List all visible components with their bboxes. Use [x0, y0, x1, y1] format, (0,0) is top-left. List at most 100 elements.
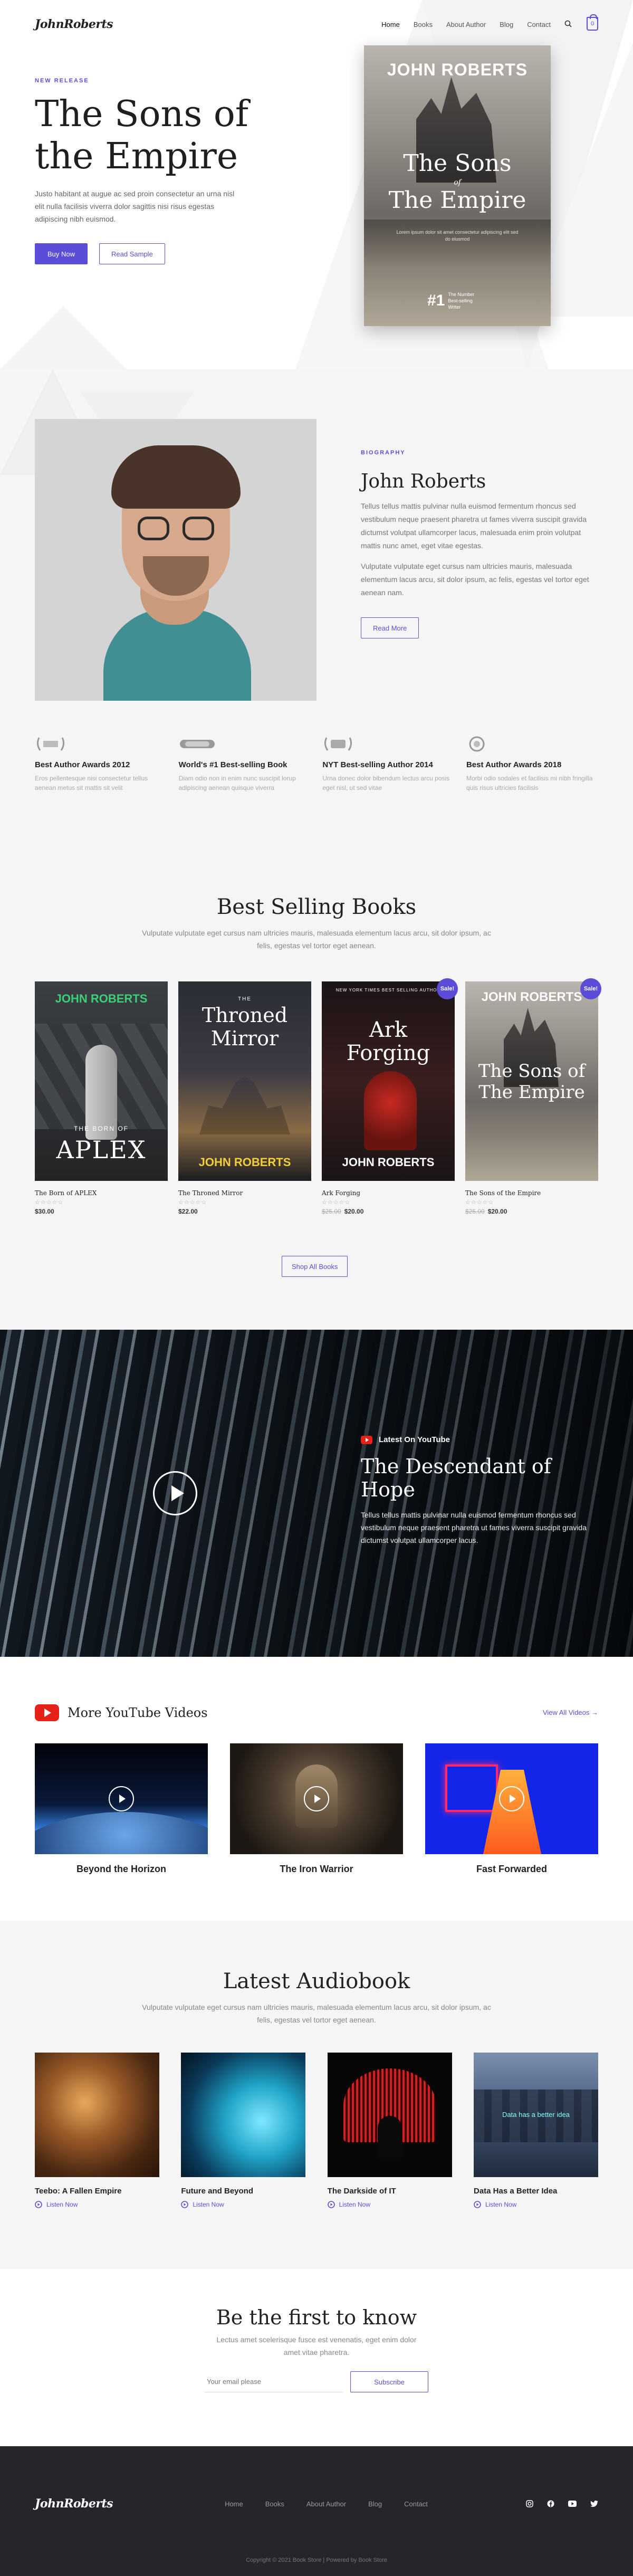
best-selling-title: Best Selling Books	[216, 895, 417, 919]
twitter-icon[interactable]	[590, 2501, 598, 2507]
nav-home[interactable]: Home	[381, 21, 400, 28]
book-name[interactable]: The Throned Mirror	[178, 1189, 311, 1197]
video-card[interactable]: The Iron Warrior	[230, 1743, 403, 1875]
audiobook-cover[interactable]	[181, 2053, 306, 2177]
video-title[interactable]: Beyond the Horizon	[35, 1864, 208, 1875]
nav-contact[interactable]: Contact	[527, 21, 551, 28]
audiobook-card[interactable]: The Darkside of IT Listen Now	[327, 2053, 452, 2208]
audiobook-cover[interactable]	[35, 2053, 159, 2177]
video-thumbnail[interactable]	[35, 1743, 208, 1854]
award-text: Urna donec dolor bibendum lectus arcu po…	[322, 775, 450, 791]
video-card[interactable]: Fast Forwarded	[425, 1743, 598, 1875]
hero-title: The Sons of the Empire	[35, 93, 248, 177]
play-circle-icon	[474, 2201, 481, 2208]
award-title: World's #1 Best-selling Book	[178, 760, 287, 769]
sale-badge: Sale!	[580, 978, 601, 999]
award-item: NYT Best-selling Author 2014 Urna donec …	[322, 736, 454, 793]
read-more-button[interactable]: Read More	[361, 617, 419, 638]
book-price: $20.00	[487, 1208, 507, 1215]
video-thumbnail[interactable]	[230, 1743, 403, 1854]
book-cover[interactable]: JOHN ROBERTS THE BORN OF APLEX	[35, 981, 168, 1181]
play-button[interactable]	[109, 1786, 134, 1811]
subscribe-button[interactable]: Subscribe	[350, 2371, 428, 2392]
footer-nav-blog[interactable]: Blog	[368, 2500, 382, 2508]
book-cover[interactable]: THE Throned Mirror JOHN ROBERTS	[178, 981, 311, 1181]
listen-now-link[interactable]: Listen Now	[474, 2201, 598, 2208]
instagram-icon[interactable]	[526, 2500, 533, 2507]
audiobook-name[interactable]: Data Has a Better Idea	[474, 2187, 598, 2196]
audiobook-name[interactable]: The Darkside of IT	[328, 2187, 452, 2196]
castle-reflection	[364, 220, 551, 267]
video-title[interactable]: The Iron Warrior	[230, 1864, 403, 1875]
nav-blog[interactable]: Blog	[500, 21, 513, 28]
listen-now-link[interactable]: Listen Now	[35, 2201, 159, 2208]
book-old-price: $25.00	[465, 1208, 485, 1215]
audiobook-name[interactable]: Teebo: A Fallen Empire	[35, 2187, 159, 2196]
play-circle-icon	[35, 2201, 42, 2208]
nav-books[interactable]: Books	[414, 21, 433, 28]
nav-about-author[interactable]: About Author	[446, 21, 486, 28]
video-card[interactable]: Beyond the Horizon	[35, 1743, 208, 1875]
youtube-icon	[361, 1435, 372, 1444]
book-name[interactable]: The Born of APLEX	[35, 1189, 168, 1197]
search-icon[interactable]	[564, 20, 572, 27]
book-name[interactable]: The Sons of the Empire	[465, 1189, 598, 1197]
shop-all-books-button[interactable]: Shop All Books	[282, 1256, 348, 1277]
audiobook-cover[interactable]	[327, 2053, 452, 2177]
footer-nav-about-author[interactable]: About Author	[306, 2500, 346, 2508]
play-button[interactable]	[304, 1786, 329, 1811]
book-card[interactable]: THE Throned Mirror JOHN ROBERTS The Thro…	[178, 981, 311, 1215]
buy-now-button[interactable]: Buy Now	[35, 243, 88, 264]
audiobook-name[interactable]: Future and Beyond	[181, 2187, 305, 2196]
audiobook-card[interactable]: Future and Beyond Listen Now	[181, 2053, 306, 2208]
video-thumbnail[interactable]	[425, 1743, 598, 1854]
read-sample-button[interactable]: Read Sample	[99, 243, 165, 264]
person-silhouette	[377, 2116, 402, 2158]
book-card[interactable]: JOHN ROBERTS The Sons of The Empire Sale…	[465, 978, 601, 1215]
cart-icon[interactable]: 0	[587, 14, 598, 31]
hero-book-cover[interactable]: JOHN ROBERTS The Sons of The Empire Lore…	[364, 45, 551, 326]
footer-nav-contact[interactable]: Contact	[404, 2500, 428, 2508]
listen-now-link[interactable]: Listen Now	[181, 2201, 305, 2208]
hero-cover-title-2: The Empire	[388, 187, 526, 214]
best-selling-section: Best Selling Books Vulputate vulputate e…	[0, 855, 633, 1330]
book-name[interactable]: Ark Forging	[322, 1189, 455, 1197]
play-icon	[119, 1795, 126, 1803]
awards-row: Best Author Awards 2012 Eros pellentesqu…	[35, 736, 598, 793]
audiobook-section: Latest Audiobook Vulputate vulputate ege…	[0, 1921, 633, 2269]
hero-cover-badge-text: The Number Best-selling Writer	[448, 292, 475, 310]
audiobook-cover[interactable]: Data has a better idea	[473, 2053, 598, 2177]
footer-logo[interactable]: JohnRoberts	[35, 2497, 113, 2511]
facebook-icon[interactable]	[547, 2500, 554, 2507]
biography-section: BIOGRAPHY John Roberts Tellus tellus mat…	[0, 369, 633, 908]
footer-nav-books[interactable]: Books	[265, 2500, 284, 2508]
footer-nav-home[interactable]: Home	[225, 2500, 243, 2508]
feature-title: The Descendant of Hope	[361, 1455, 551, 1501]
listen-now-label: Listen Now	[193, 2201, 224, 2208]
site-logo[interactable]: JohnRoberts	[35, 17, 113, 31]
author-hair	[111, 445, 241, 509]
hero-content: NEW RELEASE The Sons of the Empire Justo…	[35, 78, 309, 264]
more-videos-section: More YouTube Videos View All Videos → Be…	[0, 1657, 633, 1921]
social-icons	[526, 2500, 598, 2507]
book-cover[interactable]: JOHN ROBERTS The Sons of The Empire	[465, 981, 598, 1181]
email-input[interactable]	[205, 2371, 343, 2392]
listen-now-link[interactable]: Listen Now	[327, 2201, 452, 2208]
video-title[interactable]: Fast Forwarded	[425, 1864, 598, 1875]
earth-horizon	[35, 1812, 208, 1854]
youtube-icon[interactable]	[568, 2501, 577, 2507]
newsletter-text: Lectus amet scelerisque fusce est venena…	[216, 2335, 417, 2356]
play-button[interactable]	[153, 1471, 197, 1515]
author-photo	[35, 419, 316, 701]
best-selling-subtitle: Vulputate vulputate eget cursus nam ultr…	[142, 929, 491, 950]
hero-eyebrow: NEW RELEASE	[35, 78, 89, 84]
book-card[interactable]: JOHN ROBERTS THE BORN OF APLEX The Born …	[35, 981, 168, 1215]
award-item: Best Author Awards 2012 Eros pellentesqu…	[35, 736, 167, 793]
book-card[interactable]: NEW YORK TIMES BEST SELLING AUTHOR Ark F…	[322, 978, 458, 1215]
youtube-feature-section: Latest On YouTube The Descendant of Hope…	[0, 1330, 633, 1657]
audiobook-card[interactable]: Data has a better idea Data Has a Better…	[473, 2053, 598, 2208]
audiobook-card[interactable]: Teebo: A Fallen Empire Listen Now	[35, 2053, 159, 2208]
play-button[interactable]	[499, 1786, 524, 1811]
view-all-videos-link[interactable]: View All Videos →	[543, 1709, 598, 1716]
book-cover[interactable]: NEW YORK TIMES BEST SELLING AUTHOR Ark F…	[322, 981, 455, 1181]
